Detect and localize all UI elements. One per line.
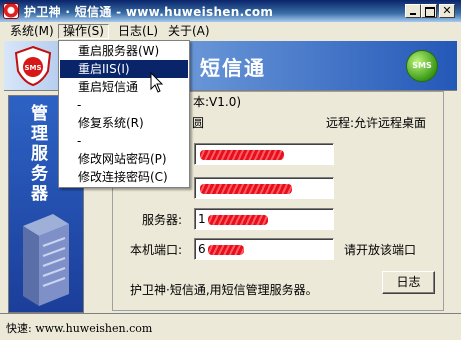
window-title: 护卫神 · 短信通 - www.huweishen.com bbox=[24, 5, 274, 19]
server-tower-icon bbox=[23, 214, 69, 306]
menu-separator: - bbox=[77, 98, 82, 112]
menu-system[interactable]: 系统(M) bbox=[6, 24, 58, 39]
menu-separator: - bbox=[77, 134, 82, 148]
local-port-label: 本机端口: bbox=[130, 243, 183, 257]
mouse-cursor-icon bbox=[150, 72, 164, 93]
menu-item-change-site-password[interactable]: 修改网站密码(P) bbox=[60, 150, 188, 168]
maximize-icon[interactable] bbox=[421, 4, 437, 18]
menu-about[interactable]: 关于(A) bbox=[164, 24, 214, 39]
operation-dropdown-menu: 重启服务器(W) 重启IIS(I) 重启短信通 - 修复系统(R) - 修改网站… bbox=[58, 40, 190, 188]
app-logo-icon bbox=[3, 3, 19, 19]
menu-item-change-connection-password[interactable]: 修改连接密码(C) bbox=[60, 168, 188, 186]
redacted-field-1[interactable] bbox=[194, 143, 334, 165]
menu-item-repair-system[interactable]: 修复系统(R) bbox=[60, 114, 188, 132]
server-field[interactable]: 1 bbox=[194, 208, 334, 230]
port-note: 请开放该端口 bbox=[344, 243, 417, 257]
svg-text:SMS: SMS bbox=[24, 64, 41, 72]
sidebar-title: 管理服务器 bbox=[31, 104, 48, 204]
sms-badge-icon: SMS bbox=[406, 50, 438, 82]
menu-bar: 系统(M) 操作(S) 日志(L) 关于(A) bbox=[0, 22, 461, 41]
status-bar: 快速: www.huweishen.com bbox=[0, 313, 461, 340]
remote-desktop-status: 远程:允许远程桌面 bbox=[326, 116, 427, 130]
row1-label-suffix: 圆 bbox=[192, 116, 205, 130]
redacted-field-2[interactable] bbox=[194, 177, 334, 199]
log-button[interactable]: 日志 bbox=[382, 271, 435, 294]
menu-item-restart-server[interactable]: 重启服务器(W) bbox=[60, 42, 188, 60]
title-bar[interactable]: 护卫神 · 短信通 - www.huweishen.com ✕ bbox=[0, 0, 461, 22]
menu-operation[interactable]: 操作(S) bbox=[58, 24, 109, 39]
group-legend: 本:V1.0) bbox=[190, 93, 245, 110]
app-description: 护卫神·短信通,用短信管理服务器。 bbox=[130, 283, 318, 297]
minimize-icon[interactable] bbox=[405, 4, 421, 18]
menu-log[interactable]: 日志(L) bbox=[114, 24, 162, 39]
status-text: 快速: www.huweishen.com bbox=[6, 322, 153, 335]
menu-item-restart-iis[interactable]: 重启IIS(I) bbox=[60, 60, 188, 78]
banner-title: 短信通 bbox=[200, 56, 266, 80]
local-port-field[interactable]: 6 bbox=[194, 238, 334, 260]
shield-logo-icon: SMS bbox=[14, 45, 52, 87]
close-icon[interactable]: ✕ bbox=[439, 4, 455, 18]
menu-item-restart-sms[interactable]: 重启短信通 bbox=[60, 78, 188, 96]
server-label: 服务器: bbox=[142, 213, 183, 227]
